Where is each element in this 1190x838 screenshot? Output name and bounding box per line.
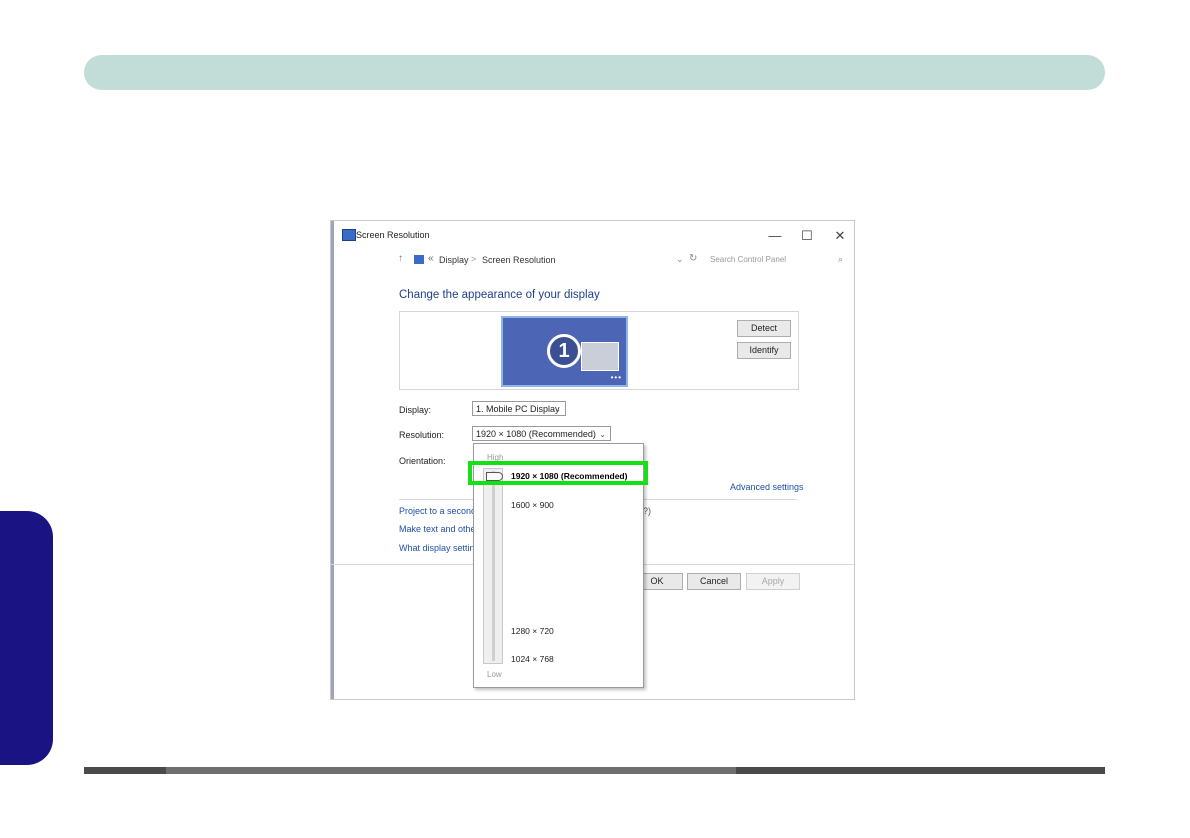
detect-button[interactable]: Detect [737, 320, 791, 337]
chevron-down-icon: ⌄ [599, 430, 606, 439]
screen-resolution-window: Screen Resolution — ☐ ✕ ↑ « Display > Sc… [330, 220, 855, 700]
page-heading: Change the appearance of your display [399, 289, 600, 301]
breadcrumb-separator-icon: > [471, 254, 477, 264]
display-settings-help-link[interactable]: What display setting [399, 543, 480, 553]
address-dropdown-icon[interactable]: ⌄ [676, 254, 684, 265]
side-chapter-tab [0, 511, 53, 765]
monitor-1-thumbnail[interactable]: 1 ••• [501, 316, 628, 387]
apply-button[interactable]: Apply [746, 573, 800, 590]
title-bar[interactable]: Screen Resolution — ☐ ✕ [334, 221, 854, 251]
advanced-settings-link[interactable]: Advanced settings [730, 482, 804, 492]
orientation-label: Orientation: [399, 456, 446, 466]
minimize-button[interactable]: — [762, 226, 788, 246]
footer-line-highlight [166, 767, 736, 774]
breadcrumb-display[interactable]: Display [439, 255, 469, 265]
close-button[interactable]: ✕ [827, 226, 853, 246]
selected-resolution-highlight [468, 461, 648, 485]
refresh-icon[interactable]: ↻ [689, 253, 697, 264]
search-placeholder: Search Control Panel [710, 255, 787, 264]
display-select-value: 1. Mobile PC Display [476, 404, 560, 414]
identify-button[interactable]: Identify [737, 342, 791, 359]
slider-track-line [492, 471, 495, 661]
monitor-grid-icon [581, 342, 619, 371]
text-size-link[interactable]: Make text and other [399, 524, 479, 534]
display-label: Display: [399, 405, 432, 415]
display-control-panel-icon [414, 255, 424, 264]
maximize-button[interactable]: ☐ [794, 226, 820, 246]
monitor-number-badge: 1 [547, 334, 581, 368]
resolution-option-1024x768[interactable]: 1024 × 768 [511, 654, 554, 664]
resolution-select-value: 1920 × 1080 (Recommended) [476, 429, 596, 439]
monitor-dots: ••• [610, 373, 622, 382]
display-select[interactable]: 1. Mobile PC Display ⌄ [472, 401, 566, 416]
search-icon[interactable]: ⌕ [838, 254, 843, 265]
address-bar: ↑ « Display > Screen Resolution ⌄ ↻ Sear… [334, 251, 854, 271]
screen-resolution-icon [342, 229, 356, 241]
resolution-label: Resolution: [399, 430, 445, 440]
resolution-slider-track[interactable] [483, 468, 503, 664]
cancel-button[interactable]: Cancel [687, 573, 741, 590]
page-header-band [84, 55, 1105, 90]
window-left-edge [331, 221, 334, 699]
link-trailing-text: ?) [643, 506, 652, 516]
breadcrumb-overflow-icon[interactable]: « [428, 253, 434, 264]
project-to-second-screen-link[interactable]: Project to a second [399, 506, 476, 516]
window-title: Screen Resolution [356, 230, 430, 240]
chevron-down-icon: ⌄ [554, 405, 561, 414]
slider-low-label: Low [487, 670, 502, 679]
up-arrow-icon[interactable]: ↑ [398, 253, 403, 264]
breadcrumb-screen-resolution[interactable]: Screen Resolution [482, 255, 556, 265]
resolution-option-1280x720[interactable]: 1280 × 720 [511, 626, 554, 636]
resolution-option-1600x900[interactable]: 1600 × 900 [511, 500, 554, 510]
resolution-select[interactable]: 1920 × 1080 (Recommended) ⌄ [472, 426, 611, 441]
display-arrangement-panel: 1 ••• Detect Identify [399, 311, 799, 390]
search-input[interactable]: Search Control Panel ⌕ [704, 252, 849, 268]
page-footer-line [84, 767, 1105, 774]
